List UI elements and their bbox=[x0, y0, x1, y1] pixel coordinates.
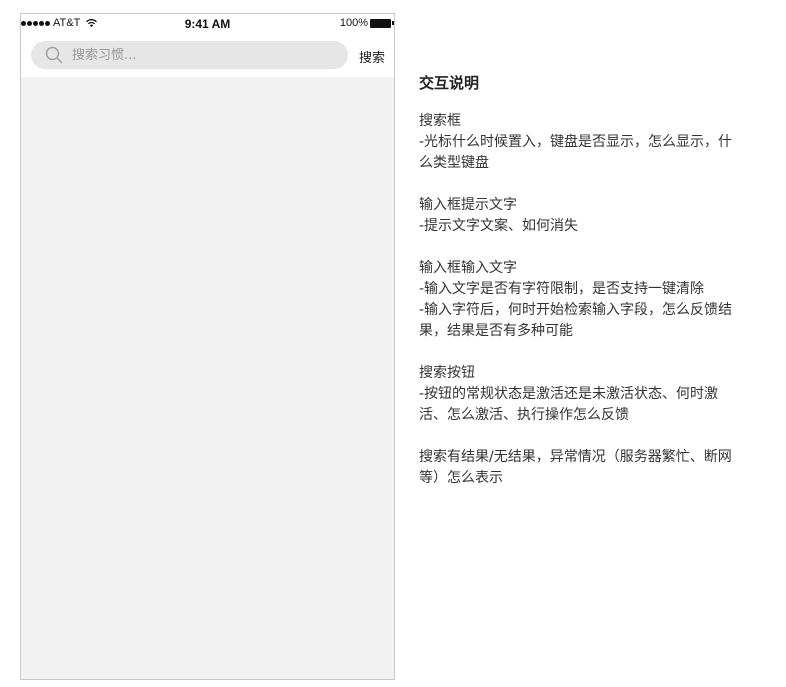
status-time: 9:41 AM bbox=[184, 17, 231, 31]
note-heading: 搜索框 bbox=[419, 113, 461, 129]
note-text: -输入字符后，何时开始检索输入字段，怎么反馈结果，结果是否有多种可能 bbox=[419, 302, 733, 339]
note-section-search-box: 搜索框 -光标什么时候置入，键盘是否显示，怎么显示，什么类型键盘 bbox=[419, 111, 737, 174]
search-input[interactable] bbox=[72, 43, 322, 67]
battery-percent: 100% bbox=[339, 17, 368, 29]
note-text: 搜索有结果/无结果，异常情况（服务器繁忙、断网等）怎么表示 bbox=[419, 449, 732, 486]
canvas: AT&T 9:41 AM 100% 搜索习惯... 搜索 交互说明 搜索框 -光… bbox=[0, 0, 786, 687]
note-text: -光标什么时候置入，键盘是否显示，怎么显示，什么类型键盘 bbox=[419, 134, 733, 171]
note-section-results: 搜索有结果/无结果，异常情况（服务器繁忙、断网等）怎么表示 bbox=[419, 447, 737, 489]
battery-icon bbox=[370, 18, 394, 28]
search-bar: 搜索 bbox=[21, 34, 394, 77]
interaction-notes: 交互说明 搜索框 -光标什么时候置入，键盘是否显示，怎么显示，什么类型键盘 输入… bbox=[419, 73, 737, 510]
note-section-search-button: 搜索按钮 -按钮的常规状态是激活还是未激活状态、何时激活、怎么激活、执行操作怎么… bbox=[419, 363, 737, 426]
search-icon bbox=[45, 46, 63, 64]
status-right: 100% bbox=[340, 17, 394, 29]
note-section-input-text: 输入框输入文字 -输入文字是否有字符限制，是否支持一键清除 -输入字符后，何时开… bbox=[419, 258, 737, 342]
phone-mockup: AT&T 9:41 AM 100% 搜索习惯... 搜索 bbox=[20, 13, 395, 680]
status-bar: AT&T 9:41 AM 100% bbox=[21, 14, 394, 34]
note-text: -按钮的常规状态是激活还是未激活状态、何时激活、怎么激活、执行操作怎么反馈 bbox=[419, 386, 719, 423]
note-heading: 搜索按钮 bbox=[419, 365, 475, 381]
note-text: -输入文字是否有字符限制，是否支持一键清除 bbox=[419, 281, 705, 297]
note-heading: 输入框输入文字 bbox=[419, 260, 517, 276]
notes-title: 交互说明 bbox=[419, 74, 480, 92]
search-button[interactable]: 搜索 bbox=[359, 47, 385, 66]
search-field[interactable] bbox=[31, 41, 348, 69]
note-heading: 输入框提示文字 bbox=[419, 197, 517, 213]
note-section-placeholder-text: 输入框提示文字 -提示文字文案、如何消失 bbox=[419, 195, 737, 237]
note-text: -提示文字文案、如何消失 bbox=[419, 218, 579, 234]
